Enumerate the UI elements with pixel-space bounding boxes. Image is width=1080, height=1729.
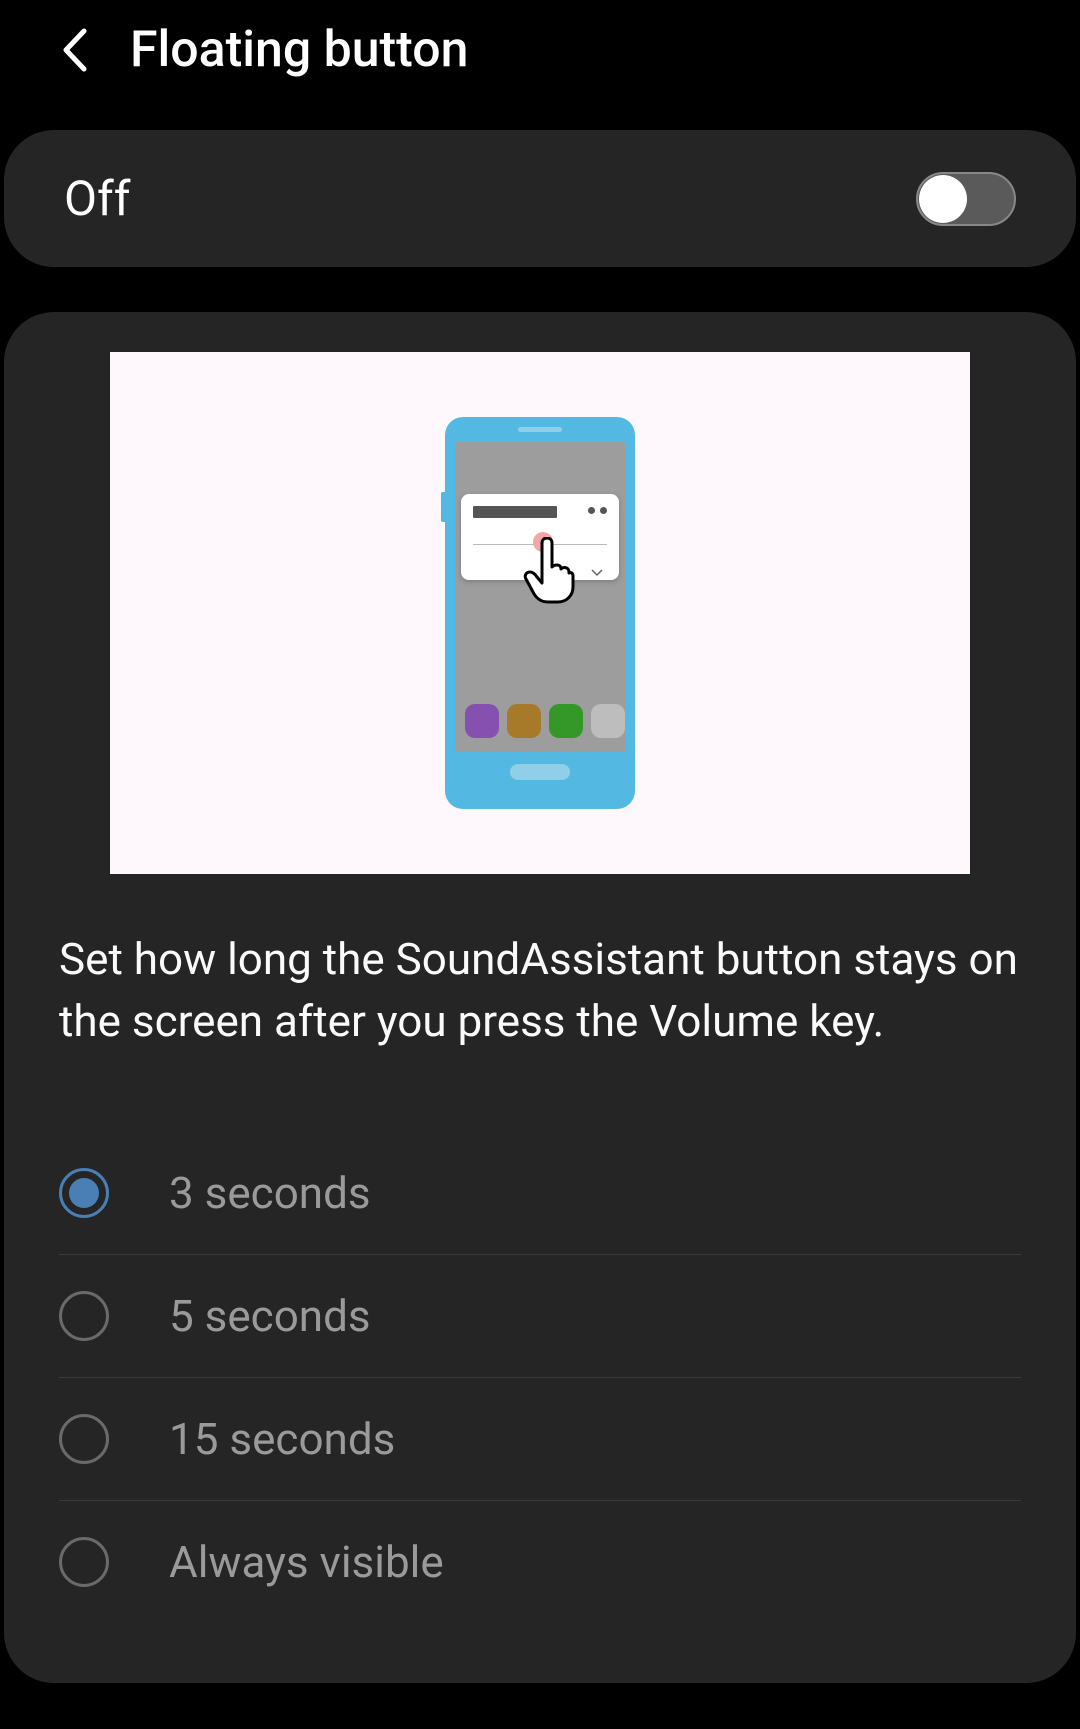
radio-icon [59,1291,109,1341]
hand-pointer-icon [523,537,575,609]
radio-label: 5 seconds [169,1290,371,1342]
content-card: Set how long the SoundAssistant button s… [4,312,1076,1683]
header-bar: Floating button [0,0,1080,100]
radio-option-5-seconds[interactable]: 5 seconds [59,1255,1021,1378]
radio-icon [59,1414,109,1464]
back-icon[interactable] [50,25,100,75]
phone-illustration [445,417,635,809]
description-text: Set how long the SoundAssistant button s… [59,929,1021,1052]
page-title: Floating button [130,21,468,79]
radio-icon [59,1168,109,1218]
duration-radio-group: 3 seconds 5 seconds 15 seconds Always vi… [59,1132,1021,1623]
radio-label: 15 seconds [169,1413,395,1465]
radio-option-15-seconds[interactable]: 15 seconds [59,1378,1021,1501]
illustration [110,352,970,874]
toggle-knob [919,175,967,223]
radio-option-3-seconds[interactable]: 3 seconds [59,1132,1021,1255]
radio-label: 3 seconds [169,1167,371,1219]
radio-label: Always visible [169,1536,444,1588]
toggle-label: Off [64,170,130,227]
master-toggle-row[interactable]: Off [4,130,1076,267]
radio-option-always-visible[interactable]: Always visible [59,1501,1021,1623]
toggle-switch[interactable] [916,172,1016,226]
radio-icon [59,1537,109,1587]
